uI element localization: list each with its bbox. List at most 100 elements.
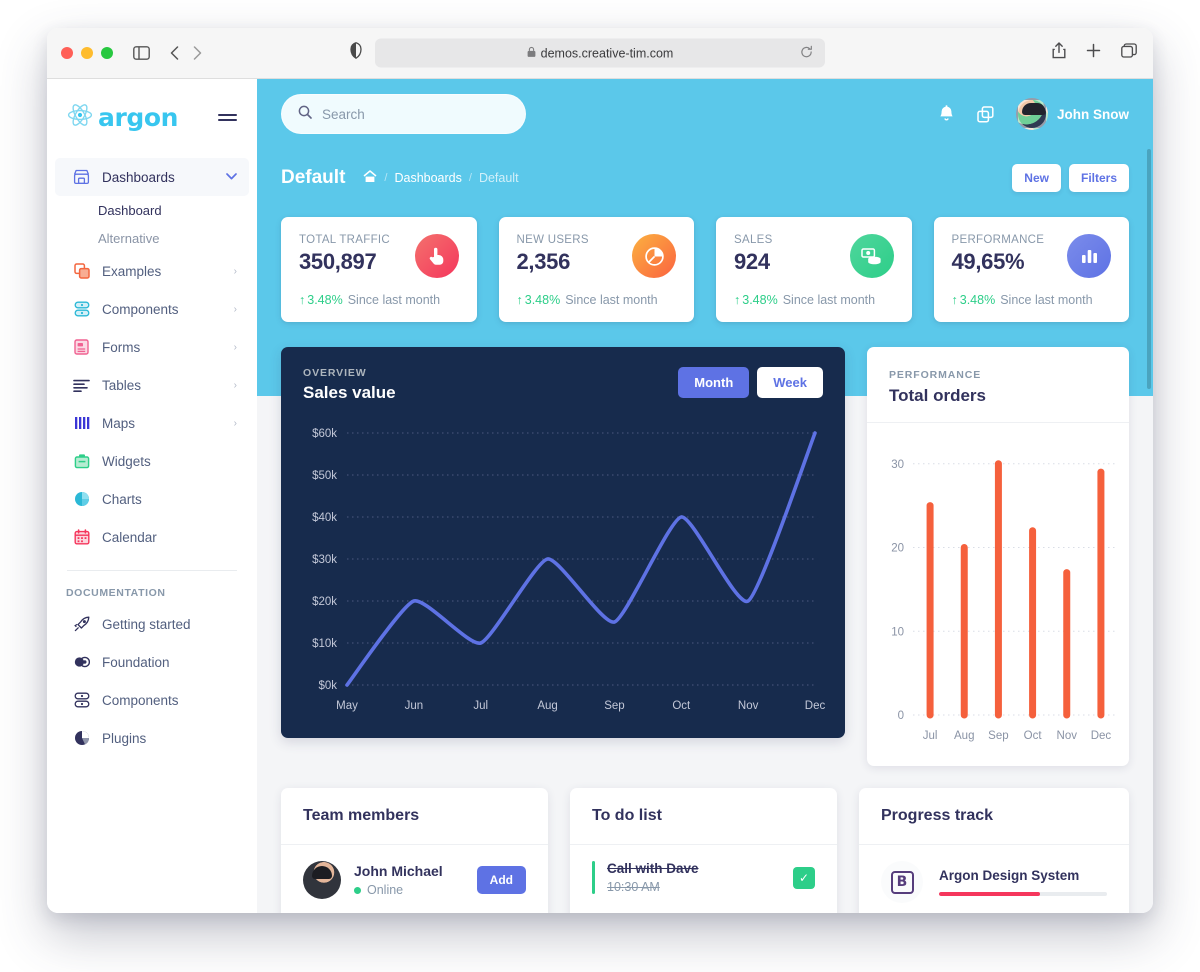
browser-chrome: demos.creative-tim.com (47, 28, 1153, 79)
minimize-window-button[interactable] (81, 47, 93, 59)
stat-delta-value: 3.48% (742, 293, 778, 307)
stat-footer: ↑ 3.48% Since last month (299, 293, 459, 307)
chevron-right-icon: › (233, 341, 237, 353)
stat-card-top: SALES 924 (734, 234, 894, 278)
sidebar-item-widgets[interactable]: Widgets (55, 442, 249, 480)
orders-card-header: PERFORMANCE Total orders (867, 347, 1129, 423)
month-button[interactable]: Month (678, 367, 750, 398)
stat-value: 2,356 (516, 249, 571, 274)
sidebar-item-dashboards[interactable]: Dashboards (55, 158, 249, 196)
check-icon[interactable]: ✓ (793, 866, 815, 889)
foundation-icon (73, 654, 90, 671)
stat-footer: ↑ 3.48% Since last month (734, 293, 894, 307)
hamburger-icon[interactable] (218, 113, 237, 122)
table-lines-icon (73, 377, 90, 394)
progress-card-title: Progress track (859, 788, 1129, 845)
close-window-button[interactable] (61, 47, 73, 59)
svg-text:Jun: Jun (405, 700, 424, 712)
svg-text:Nov: Nov (738, 700, 759, 712)
progress-body: Argon Design System (939, 868, 1107, 896)
stat-card-text: SALES 924 (734, 234, 773, 275)
member-status-label: Online (367, 883, 404, 897)
window-controls[interactable] (61, 47, 113, 59)
plus-icon[interactable] (1086, 43, 1101, 63)
breadcrumb-item-default: Default (478, 171, 519, 185)
team-members-card: Team members John Michael Online Add (281, 788, 548, 913)
svg-text:$10k: $10k (312, 638, 337, 650)
sidebar-item-tables[interactable]: Tables › (55, 366, 249, 404)
sidebar-item-maps[interactable]: Maps › (55, 404, 249, 442)
sidebar-item-label: Forms (102, 339, 141, 355)
sidebar-subitem-alternative[interactable]: Alternative (47, 224, 257, 252)
stat-since: Since last month (347, 293, 441, 307)
plugins-pie-icon (73, 730, 90, 747)
sidebar-item-label: Foundation (102, 654, 170, 670)
sidebar-subitem-dashboard[interactable]: Dashboard (47, 196, 257, 224)
sidebar-item-examples[interactable]: Examples › (55, 252, 249, 290)
sidebar-item-forms[interactable]: Forms › (55, 328, 249, 366)
share-icon[interactable] (1052, 42, 1066, 64)
sidebar-toggle-icon[interactable] (133, 46, 150, 60)
svg-text:30: 30 (891, 459, 904, 471)
list-item: B Argon Design System (859, 845, 1129, 913)
filters-button[interactable]: Filters (1068, 164, 1129, 192)
add-member-button[interactable]: Add (476, 866, 526, 894)
sidebar-item-components[interactable]: Components › (55, 290, 249, 328)
bell-icon[interactable] (938, 105, 955, 123)
money-coins-icon (849, 234, 894, 278)
search-input-wrapper[interactable] (281, 94, 526, 134)
sidebar-item-doc-components[interactable]: Components (55, 681, 249, 719)
breadcrumb-separator: / (468, 172, 472, 184)
sidebar-subitem-label: Alternative (98, 230, 160, 246)
user-name: John Snow (1057, 106, 1129, 122)
chevron-right-icon: › (233, 265, 237, 277)
bootstrap-icon: B (881, 861, 923, 903)
todo-list-card: To do list Call with Dave 10:30 AM ✓ (570, 788, 837, 913)
home-icon[interactable] (363, 170, 377, 186)
search-input[interactable] (322, 106, 509, 122)
sidebar-item-calendar[interactable]: Calendar (55, 518, 249, 556)
copy-layers-icon[interactable] (977, 105, 994, 123)
bottom-cards-row: Team members John Michael Online Add To … (257, 766, 1153, 913)
maximize-window-button[interactable] (101, 47, 113, 59)
stat-card-top: TOTAL TRAFFIC 350,897 (299, 234, 459, 278)
address-bar[interactable]: demos.creative-tim.com (375, 38, 825, 68)
new-button[interactable]: New (1012, 164, 1061, 192)
stat-card-text: TOTAL TRAFFIC 350,897 (299, 234, 390, 275)
sidebar-item-label: Examples (102, 263, 162, 279)
sidebar-item-charts[interactable]: Charts (55, 480, 249, 518)
list-item: Call with Dave 10:30 AM ✓ (570, 845, 837, 910)
sales-eyebrow: OVERVIEW (303, 367, 367, 379)
stat-card-top: PERFORMANCE 49,65% (952, 234, 1111, 278)
breadcrumb-item-dashboards[interactable]: Dashboards (394, 171, 461, 185)
logo-text: argon (98, 103, 179, 132)
week-button[interactable]: Week (757, 367, 823, 398)
react-atom-icon (67, 103, 93, 132)
scrollbar-thumb[interactable] (1147, 149, 1151, 389)
stat-delta-value: 3.48% (524, 293, 561, 307)
sidebar-item-foundation[interactable]: Foundation (55, 643, 249, 681)
sidebar-item-plugins[interactable]: Plugins (55, 719, 249, 757)
main-content: John Snow Default / Dashboards / Default (257, 79, 1153, 913)
privacy-shield-icon[interactable] (350, 42, 362, 64)
stat-cards-row: TOTAL TRAFFIC 350,897 ↑ 3.48% Since last… (257, 207, 1153, 322)
line-chart-svg: $0k $10k $20k $30k $40k $50k $60k May Jun Jul Aug S… (312, 428, 825, 712)
reload-icon[interactable] (800, 45, 813, 61)
svg-text:Aug: Aug (954, 730, 974, 742)
chevron-right-icon[interactable] (193, 46, 202, 60)
status-dot-icon (354, 886, 361, 894)
vertical-scrollbar[interactable] (1146, 149, 1153, 913)
svg-text:Jul: Jul (473, 700, 488, 712)
user-menu[interactable]: John Snow (1016, 98, 1129, 130)
todo-info: Call with Dave 10:30 AM (607, 861, 699, 894)
svg-text:Sep: Sep (604, 700, 624, 712)
stat-since: Since last month (565, 293, 658, 307)
sidebar-item-label: Charts (102, 491, 142, 507)
sidebar-item-getting-started[interactable]: Getting started (55, 605, 249, 643)
svg-text:Jul: Jul (923, 730, 938, 742)
chevron-left-icon[interactable] (170, 46, 179, 60)
charts-row: OVERVIEW Sales value Month Week $0k $10k $… (257, 322, 1153, 766)
tab-overview-icon[interactable] (1121, 43, 1137, 63)
copy-layers-icon (73, 263, 90, 280)
app-logo[interactable]: argon (67, 103, 178, 132)
